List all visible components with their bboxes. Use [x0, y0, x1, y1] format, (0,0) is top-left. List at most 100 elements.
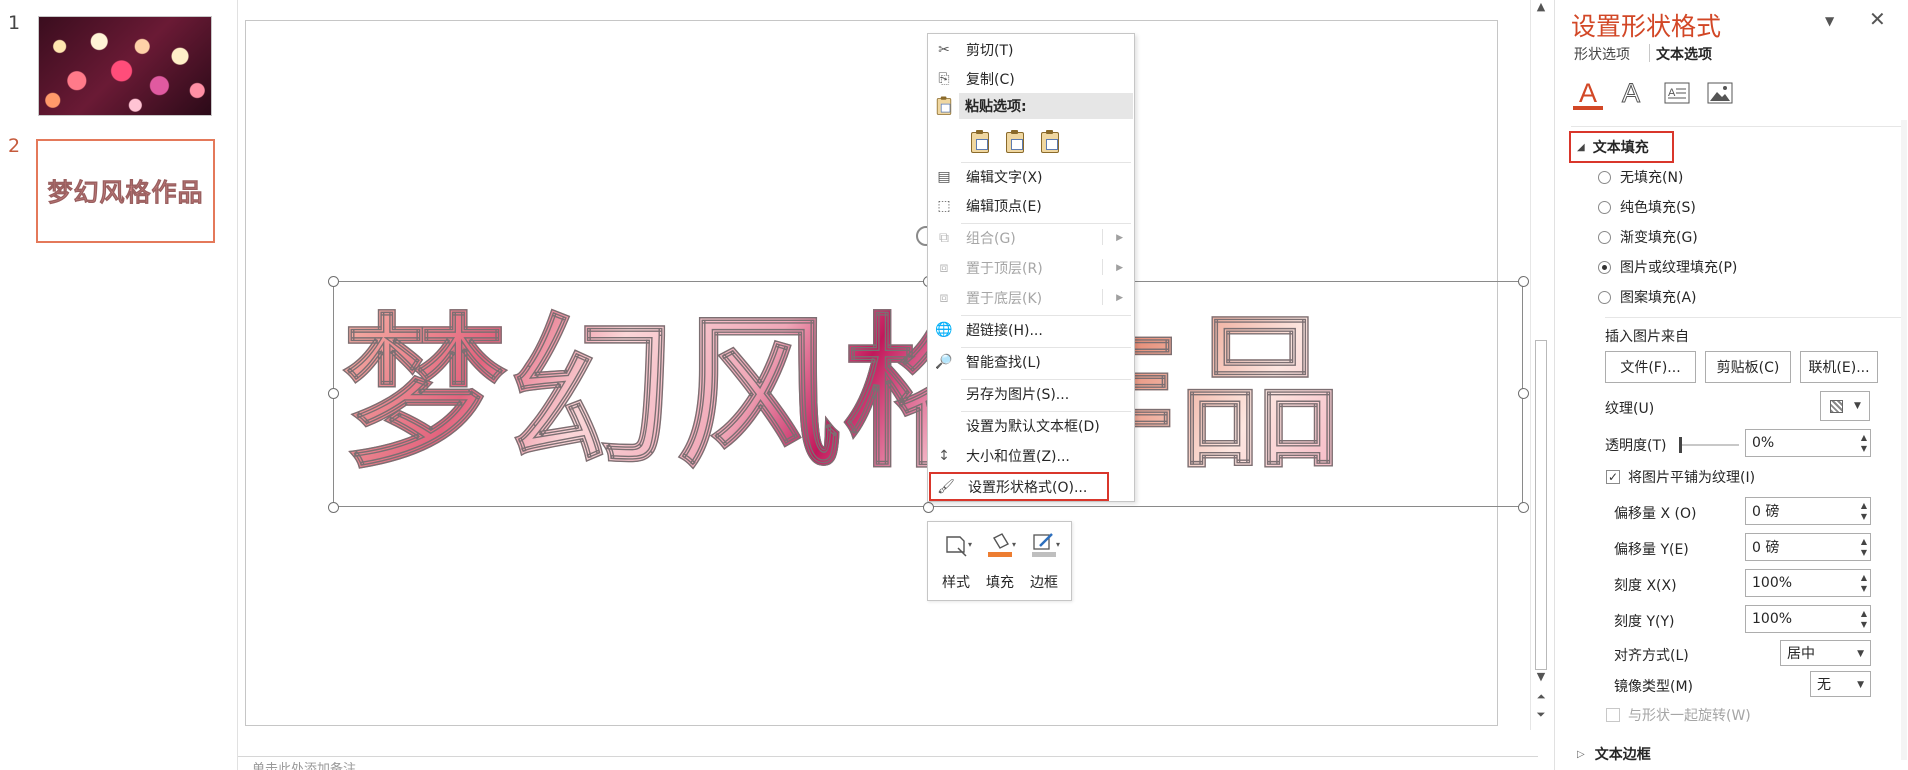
- pane-title: 设置形状格式: [1571, 12, 1722, 41]
- smart-lookup-icon: 🔎: [935, 354, 953, 370]
- picture-icon[interactable]: [1705, 78, 1735, 108]
- style-label: 样式: [942, 575, 970, 591]
- menu-set-default-textbox[interactable]: 设置为默认文本框(D): [929, 413, 1133, 439]
- radio-pattern-fill[interactable]: 图案填充(A): [1598, 286, 1697, 308]
- pane-options-dropdown[interactable]: ▼: [1825, 14, 1834, 28]
- menu-cut[interactable]: ✂ 剪切(T): [929, 37, 1133, 63]
- offset-y-input[interactable]: 0 磅 ▲ ▼: [1745, 533, 1871, 561]
- rotate-with-shape-row[interactable]: 与形状一起旋转(W): [1606, 705, 1751, 725]
- menu-size-position[interactable]: ↕ 大小和位置(Z)...: [929, 443, 1133, 469]
- clipboard-button[interactable]: 剪贴板(C): [1705, 351, 1791, 383]
- scroll-thumb[interactable]: [1535, 340, 1547, 670]
- texture-swatch-icon: [1830, 400, 1843, 413]
- tile-picture-checkbox-row[interactable]: ✓ 将图片平铺为纹理(I): [1606, 467, 1755, 487]
- radio-button-selected[interactable]: [1598, 260, 1611, 274]
- slide-thumbnail-2[interactable]: 梦幻风格作品: [36, 139, 215, 243]
- scroll-up-arrow[interactable]: ▲: [1533, 0, 1549, 13]
- offset-x-input[interactable]: 0 磅 ▲ ▼: [1745, 497, 1871, 525]
- radio-button[interactable]: [1598, 230, 1611, 244]
- close-icon[interactable]: ✕: [1869, 7, 1886, 31]
- transparency-input[interactable]: 0% ▲ ▼: [1745, 429, 1871, 457]
- mirror-type-select[interactable]: 无 ▼: [1810, 671, 1871, 697]
- paint-bucket-icon: [988, 533, 1012, 557]
- slide-number-1: 1: [8, 12, 21, 34]
- menu-format-shape[interactable]: 🖌 设置形状格式(O)...: [929, 472, 1109, 501]
- section-text-fill-label: 文本填充: [1592, 140, 1649, 156]
- chevron-down-icon: ▼: [1857, 680, 1864, 690]
- paste-keep-source-icon[interactable]: [968, 129, 992, 154]
- active-icon-indicator: [1573, 106, 1603, 110]
- checkbox-disabled[interactable]: [1606, 708, 1620, 722]
- online-button[interactable]: 联机(E)...: [1800, 351, 1878, 383]
- menu-hyperlink[interactable]: 🌐 超链接(H)...: [929, 317, 1133, 343]
- resize-handle-e[interactable]: [1518, 388, 1529, 399]
- spinner-arrows-icon[interactable]: ▲ ▼: [1861, 608, 1867, 630]
- previous-slide-button[interactable]: ⏶: [1533, 690, 1549, 704]
- radio-solid-fill[interactable]: 纯色填充(S): [1598, 196, 1696, 218]
- tab-shape-options[interactable]: 形状选项: [1574, 44, 1630, 64]
- spinner-arrows-icon[interactable]: ▲ ▼: [1861, 572, 1867, 594]
- mini-toolbar: ▾ 样式 ▾ 填充 ▾ 边框: [927, 521, 1072, 601]
- submenu-arrow-icon: ▶: [1102, 229, 1123, 245]
- text-effects-icon[interactable]: A: [1616, 77, 1646, 108]
- menu-send-to-back[interactable]: ⧈ 置于底层(K) ▶: [929, 285, 1133, 311]
- slide-thumbnail-1[interactable]: [38, 16, 212, 116]
- radio-picture-fill[interactable]: 图片或纹理填充(P): [1598, 256, 1737, 278]
- text-fill-outline-icon[interactable]: A: [1573, 78, 1603, 108]
- radio-gradient-fill[interactable]: 渐变填充(G): [1598, 226, 1698, 248]
- radio-pattern-fill-label: 图案填充(A): [1620, 290, 1697, 306]
- spinner-arrows-icon[interactable]: ▲ ▼: [1861, 500, 1867, 522]
- radio-button[interactable]: [1598, 200, 1611, 214]
- spinner-arrows-icon[interactable]: ▲ ▼: [1861, 536, 1867, 558]
- slide-vertical-scrollbar[interactable]: ▲ ▼ ⏶ ⏷: [1530, 0, 1550, 730]
- radio-no-fill[interactable]: 无填充(N): [1598, 166, 1683, 188]
- spinner-arrows-icon[interactable]: ▲ ▼: [1861, 432, 1867, 454]
- textbox-icon[interactable]: A: [1662, 78, 1692, 108]
- resize-handle-se[interactable]: [1518, 502, 1529, 513]
- paste-merge-format-icon[interactable]: [1003, 129, 1027, 154]
- menu-copy[interactable]: ⎘ 复制(C): [929, 66, 1133, 92]
- offset-y-label: 偏移量 Y(E): [1614, 542, 1689, 558]
- scale-y-input[interactable]: 100% ▲ ▼: [1745, 605, 1871, 633]
- shape-style-icon: [946, 536, 967, 557]
- chevron-down-icon: ▼: [1857, 649, 1864, 659]
- section-text-outline[interactable]: ▷ 文本边框: [1577, 744, 1651, 764]
- style-button[interactable]: ▾ 样式: [934, 528, 978, 596]
- texture-picker[interactable]: ▼: [1820, 391, 1870, 421]
- pane-scrollbar[interactable]: [1901, 120, 1907, 760]
- notes-placeholder[interactable]: 单击此处添加备注: [252, 762, 356, 770]
- menu-bring-to-front-label: 置于顶层(R): [966, 261, 1043, 277]
- paste-picture-icon[interactable]: [1038, 129, 1062, 154]
- menu-edit-points[interactable]: ⬚ 编辑顶点(E): [929, 193, 1133, 219]
- section-text-fill[interactable]: ◢ 文本填充: [1569, 131, 1674, 163]
- checkbox-checked[interactable]: ✓: [1606, 470, 1620, 484]
- resize-handle-sw[interactable]: [328, 502, 339, 513]
- format-shape-icon: 🖌: [937, 478, 955, 495]
- resize-handle-w[interactable]: [328, 388, 339, 399]
- transparency-slider[interactable]: [1679, 437, 1739, 453]
- scale-x-input[interactable]: 100% ▲ ▼: [1745, 569, 1871, 597]
- submenu-arrow-icon: ▶: [1102, 259, 1123, 275]
- menu-bring-to-front[interactable]: ⧈ 置于顶层(R) ▶: [929, 255, 1133, 281]
- menu-group[interactable]: ⧉ 组合(G) ▶: [929, 225, 1133, 251]
- radio-button[interactable]: [1598, 290, 1611, 304]
- group-icon: ⧉: [939, 230, 949, 246]
- send-to-back-icon: ⧈: [939, 290, 949, 306]
- resize-handle-ne[interactable]: [1518, 276, 1529, 287]
- mirror-type-value: 无: [1817, 677, 1831, 693]
- resize-handle-nw[interactable]: [328, 276, 339, 287]
- menu-save-as-picture[interactable]: 另存为图片(S)...: [929, 381, 1133, 407]
- radio-button[interactable]: [1598, 170, 1611, 184]
- tab-text-options[interactable]: 文本选项: [1656, 44, 1712, 64]
- menu-edit-text[interactable]: ▤ 编辑文字(X): [929, 164, 1133, 190]
- next-slide-button[interactable]: ⏷: [1533, 708, 1549, 722]
- alignment-select[interactable]: 居中 ▼: [1780, 640, 1871, 666]
- outline-button[interactable]: ▾ 边框: [1022, 528, 1066, 596]
- context-menu: ✂ 剪切(T) ⎘ 复制(C) 粘贴选项: ▤ 编辑文字(X) ⬚ 编辑顶点(E…: [927, 33, 1135, 502]
- scroll-down-arrow[interactable]: ▼: [1533, 670, 1549, 683]
- resize-handle-s[interactable]: [923, 502, 934, 513]
- menu-smart-lookup[interactable]: 🔎 智能查找(L): [929, 349, 1133, 375]
- file-button[interactable]: 文件(F)...: [1605, 351, 1696, 383]
- fill-button[interactable]: ▾ 填充: [978, 528, 1022, 596]
- fill-label: 填充: [986, 575, 1014, 591]
